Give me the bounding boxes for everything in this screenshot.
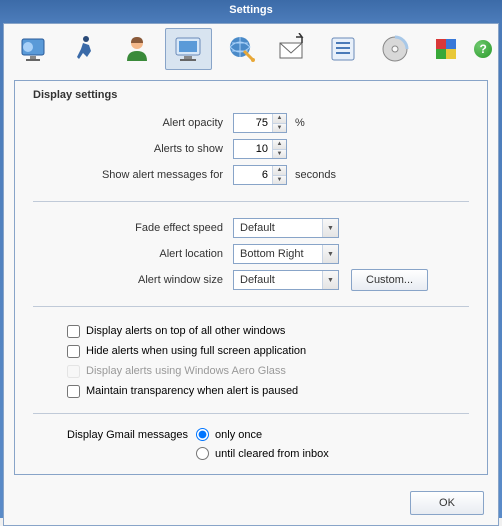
panel-title: Display settings (33, 89, 469, 101)
tab-list[interactable] (319, 28, 367, 70)
spin-down-icon[interactable]: ▼ (273, 176, 286, 185)
seconds-unit: seconds (295, 169, 336, 181)
chevron-down-icon[interactable]: ▼ (322, 271, 338, 289)
on-top-label: Display alerts on top of all other windo… (86, 325, 285, 337)
fade-speed-label: Fade effect speed (33, 222, 233, 234)
transparency-label: Maintain transparency when alert is paus… (86, 385, 298, 397)
disc-icon (379, 33, 411, 65)
alert-location-label: Alert location (33, 248, 233, 260)
alerts-to-show-label: Alerts to show (33, 143, 233, 155)
chevron-down-icon[interactable]: ▼ (322, 219, 338, 237)
gmail-label: Display Gmail messages (67, 428, 188, 441)
puzzle-icon (430, 33, 462, 65)
footer: OK (4, 485, 498, 525)
spin-up-icon[interactable]: ▲ (273, 166, 286, 176)
user-icon (121, 33, 153, 65)
globe-icon (224, 33, 256, 65)
until-cleared-label: until cleared from inbox (215, 448, 329, 460)
radio-until-cleared[interactable]: until cleared from inbox (196, 447, 329, 460)
show-for-label: Show alert messages for (33, 169, 233, 181)
fullscreen-checkbox[interactable] (67, 345, 80, 358)
ok-button[interactable]: OK (410, 491, 484, 515)
custom-button[interactable]: Custom... (351, 269, 428, 291)
fade-speed-value: Default (234, 219, 322, 237)
chevron-down-icon[interactable]: ▼ (322, 245, 338, 263)
alert-opacity-spinner[interactable]: ▲▼ (233, 113, 287, 133)
window-size-combo[interactable]: Default ▼ (233, 270, 339, 290)
toolbar: ? (4, 24, 498, 74)
tab-mail[interactable] (268, 28, 316, 70)
list-icon (327, 33, 359, 65)
settings-window: Settings (0, 0, 502, 518)
alerts-to-show-spinner[interactable]: ▲▼ (233, 139, 287, 159)
alert-opacity-input[interactable] (234, 114, 272, 132)
monitor-icon (18, 33, 50, 65)
show-for-spinner[interactable]: ▲▼ (233, 165, 287, 185)
window-size-label: Alert window size (33, 274, 233, 286)
tab-disc[interactable] (371, 28, 419, 70)
radio-only-once[interactable]: only once (196, 428, 329, 441)
content-area: ? Display settings Alert opacity ▲▼ % Al… (3, 23, 499, 526)
spin-up-icon[interactable]: ▲ (273, 114, 286, 124)
divider (33, 306, 469, 307)
spin-down-icon[interactable]: ▼ (273, 150, 286, 159)
help-button[interactable]: ? (474, 40, 492, 58)
on-top-checkbox[interactable] (67, 325, 80, 338)
alert-opacity-label: Alert opacity (33, 117, 233, 129)
aero-checkbox (67, 365, 80, 378)
alerts-to-show-input[interactable] (234, 140, 272, 158)
envelope-icon (276, 33, 308, 65)
tab-puzzle[interactable] (423, 28, 471, 70)
spin-up-icon[interactable]: ▲ (273, 140, 286, 150)
tab-user[interactable] (113, 28, 161, 70)
running-person-icon (69, 33, 101, 65)
tab-display[interactable] (165, 28, 213, 70)
tab-monitor[interactable] (10, 28, 58, 70)
only-once-label: only once (215, 429, 262, 441)
fullscreen-label: Hide alerts when using full screen appli… (86, 345, 306, 357)
show-for-input[interactable] (234, 166, 272, 184)
display-settings-panel: Display settings Alert opacity ▲▼ % Aler… (14, 80, 488, 475)
aero-label: Display alerts using Windows Aero Glass (86, 365, 286, 377)
tab-person-run[interactable] (62, 28, 110, 70)
alert-location-combo[interactable]: Bottom Right ▼ (233, 244, 339, 264)
tab-network[interactable] (216, 28, 264, 70)
divider (33, 413, 469, 414)
only-once-radio[interactable] (196, 428, 209, 441)
display-icon (173, 33, 205, 65)
percent-unit: % (295, 117, 305, 129)
until-cleared-radio[interactable] (196, 447, 209, 460)
divider (33, 201, 469, 202)
fade-speed-combo[interactable]: Default ▼ (233, 218, 339, 238)
titlebar: Settings (0, 0, 502, 20)
spin-down-icon[interactable]: ▼ (273, 124, 286, 133)
window-size-value: Default (234, 271, 322, 289)
transparency-checkbox[interactable] (67, 385, 80, 398)
alert-location-value: Bottom Right (234, 245, 322, 263)
